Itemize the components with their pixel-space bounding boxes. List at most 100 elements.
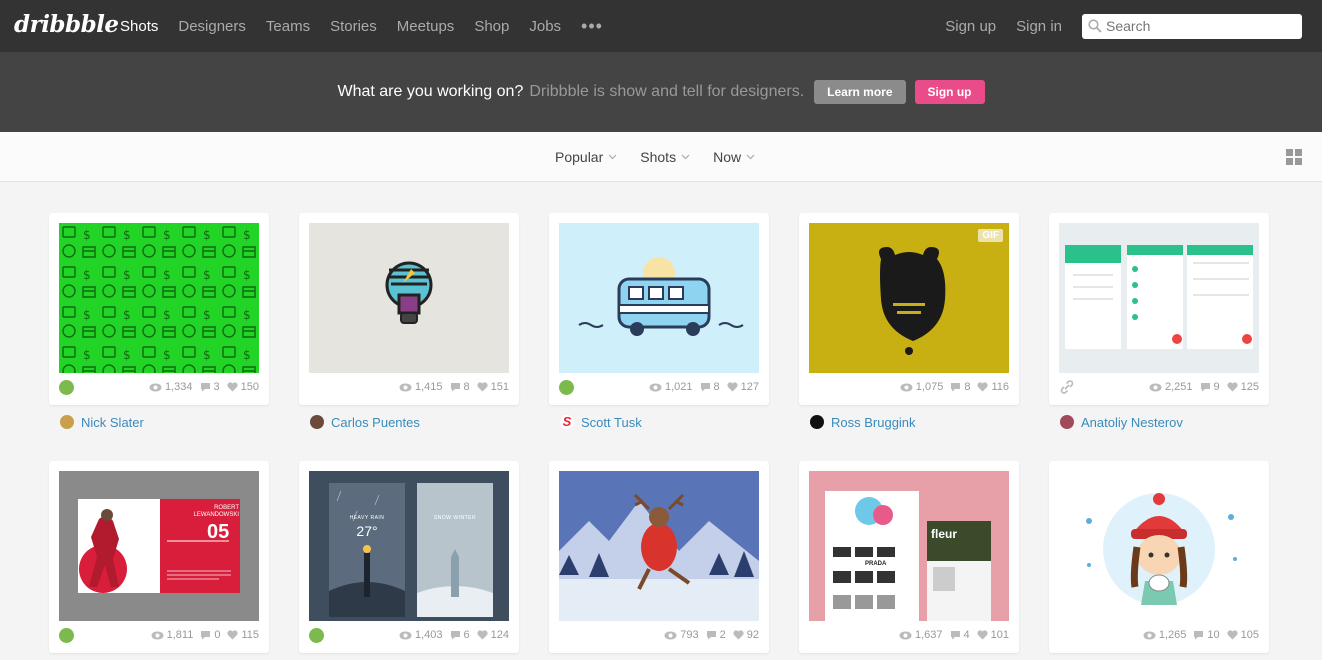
rebound-icon[interactable]	[59, 628, 74, 643]
views-value: 1,075	[915, 381, 944, 393]
comments-count: 2	[706, 629, 726, 641]
comments-value: 2	[719, 629, 726, 641]
nav-signin[interactable]: Sign in	[1016, 18, 1062, 35]
likes-count[interactable]: 101	[977, 629, 1009, 641]
views-count: 1,334	[149, 381, 193, 393]
shot-card[interactable]: $ 1,334 3 150	[49, 213, 269, 405]
sort-filter-label: Popular	[555, 149, 604, 165]
likes-count[interactable]: 127	[727, 381, 759, 393]
shot-card[interactable]: 2,251 9 125	[1049, 213, 1269, 405]
shot-author[interactable]: Anatoliy Nesterov	[1060, 412, 1183, 432]
views-value: 1,334	[164, 381, 193, 393]
shot-card[interactable]: HEAVY RAIN SNOW WINTER 27° 1,403 6 124	[299, 461, 519, 653]
shot-thumbnail[interactable]	[1059, 223, 1259, 373]
author-name[interactable]: Ross Bruggink	[831, 415, 916, 430]
shot-thumbnail[interactable]	[559, 471, 759, 621]
heart-icon	[227, 382, 238, 392]
shot-author[interactable]: Ross Bruggink	[810, 412, 916, 432]
shot-stats: 1,637 4 101	[809, 625, 1009, 645]
views-value: 2,251	[1164, 381, 1193, 393]
shot-author[interactable]: Nick Slater	[60, 412, 144, 432]
link-icon[interactable]	[1059, 379, 1075, 395]
sort-filter[interactable]: Popular	[555, 149, 617, 165]
dribbble-logo[interactable]: dribbble	[14, 11, 119, 38]
nav-designers[interactable]: Designers	[178, 18, 246, 35]
likes-count[interactable]: 116	[977, 381, 1009, 393]
shot-thumbnail[interactable]: HEAVY RAIN SNOW WINTER 27°	[309, 471, 509, 621]
shot-card[interactable]: GIF 1,075 8 116	[799, 213, 1019, 405]
avatar	[1060, 415, 1074, 429]
eye-icon	[664, 631, 677, 639]
likes-count[interactable]: 115	[227, 629, 259, 641]
search-input[interactable]	[1106, 18, 1296, 34]
shot-author[interactable]: Carlos Puentes	[310, 412, 420, 432]
shot-thumbnail[interactable]: fleur PRADA	[809, 471, 1009, 621]
comment-icon	[1194, 631, 1204, 640]
shot-thumbnail[interactable]: ROBERT LEWANDOWSKI 05	[59, 471, 259, 621]
shot-thumbnail[interactable]: GIF	[809, 223, 1009, 373]
search-box[interactable]	[1082, 13, 1302, 39]
heart-icon	[1227, 630, 1238, 640]
shot-author[interactable]: S Scott Tusk	[560, 412, 642, 432]
shot-card[interactable]: 1,415 8 151	[299, 213, 519, 405]
shot-card[interactable]: 1,021 8 127	[549, 213, 769, 405]
likes-count[interactable]: 150	[227, 381, 259, 393]
views-count: 1,075	[900, 381, 944, 393]
banner-signup-button[interactable]: Sign up	[914, 80, 985, 104]
comments-count: 6	[450, 629, 470, 641]
shot-thumbnail[interactable]	[309, 223, 509, 373]
shot-stats: 1,265 10 105	[1059, 625, 1259, 645]
comment-icon	[201, 631, 211, 640]
author-name[interactable]: Scott Tusk	[581, 415, 642, 430]
rebound-icon[interactable]	[559, 380, 574, 395]
player-name: ROBERT LEWANDOWSKI	[193, 505, 239, 518]
learn-more-button[interactable]: Learn more	[814, 80, 906, 104]
eye-icon	[899, 631, 912, 639]
nav-shots[interactable]: Shots	[120, 18, 158, 35]
nav-meetups[interactable]: Meetups	[397, 18, 455, 35]
rebound-icon[interactable]	[59, 380, 74, 395]
filter-bar: Popular Shots Now	[0, 132, 1322, 182]
comments-value: 3	[213, 381, 220, 393]
time-filter[interactable]: Now	[713, 149, 755, 165]
comments-value: 8	[964, 381, 971, 393]
author-name[interactable]: Nick Slater	[81, 415, 144, 430]
shot-card[interactable]: 793 2 92	[549, 461, 769, 653]
shot-thumbnail[interactable]	[1059, 471, 1259, 621]
eye-icon	[151, 631, 164, 639]
shot-card[interactable]: fleur PRADA 1,637 4 101	[799, 461, 1019, 653]
likes-count[interactable]: 125	[1227, 381, 1259, 393]
more-menu-icon[interactable]: •••	[581, 17, 603, 35]
nav-signup[interactable]: Sign up	[945, 18, 996, 35]
views-count: 2,251	[1149, 381, 1193, 393]
comment-icon	[450, 383, 460, 392]
type-filter-label: Shots	[640, 149, 677, 165]
rebound-icon[interactable]	[309, 628, 324, 643]
type-filter[interactable]: Shots	[640, 149, 690, 165]
nav-teams[interactable]: Teams	[266, 18, 310, 35]
shot-stats: 1,334 3 150	[59, 377, 259, 397]
shot-card[interactable]: 1,265 10 105	[1049, 461, 1269, 653]
likes-value: 101	[990, 629, 1009, 641]
shot-thumbnail[interactable]	[559, 223, 759, 373]
weather-left-label: HEAVY RAIN	[349, 515, 385, 521]
shot-thumbnail[interactable]: $	[59, 223, 259, 373]
likes-count[interactable]: 92	[733, 629, 759, 641]
comments-count: 4	[950, 629, 970, 641]
nav-shop[interactable]: Shop	[474, 18, 509, 35]
nav-stories[interactable]: Stories	[330, 18, 377, 35]
likes-count[interactable]: 151	[477, 381, 509, 393]
eye-icon	[399, 383, 412, 391]
views-count: 793	[664, 629, 699, 641]
shot-card[interactable]: ROBERT LEWANDOWSKI 05 1,811 0 115	[49, 461, 269, 653]
likes-count[interactable]: 124	[477, 629, 509, 641]
views-count: 1,403	[399, 629, 443, 641]
account-nav: Sign up Sign in	[945, 0, 1302, 52]
author-name[interactable]: Anatoliy Nesterov	[1081, 415, 1183, 430]
nav-jobs[interactable]: Jobs	[529, 18, 561, 35]
likes-count[interactable]: 105	[1227, 629, 1259, 641]
comments-count: 10	[1193, 629, 1220, 641]
grid-view-icon[interactable]	[1286, 149, 1302, 165]
author-name[interactable]: Carlos Puentes	[331, 415, 420, 430]
avatar: S	[560, 415, 574, 429]
